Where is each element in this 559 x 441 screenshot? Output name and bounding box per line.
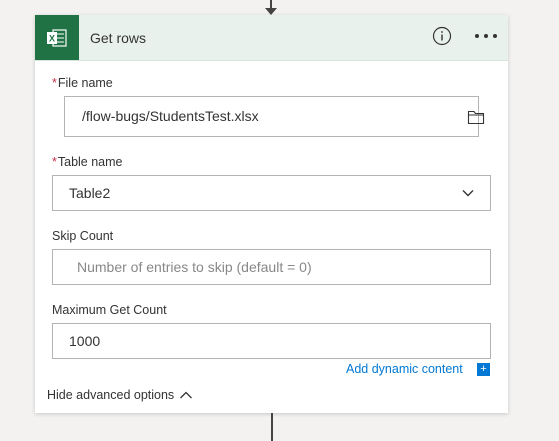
file-name-label: *File name <box>52 76 113 90</box>
max-get-count-value: 1000 <box>69 333 101 349</box>
info-icon[interactable] <box>432 26 452 46</box>
get-rows-action-card: X Get rows *File name /flow-bugs/Student… <box>35 15 508 413</box>
required-marker: * <box>52 155 57 169</box>
table-name-label-text: Table name <box>57 155 123 169</box>
chevron-down-icon[interactable] <box>461 186 475 200</box>
card-header[interactable]: X Get rows <box>35 15 508 61</box>
hide-advanced-options-toggle[interactable]: Hide advanced options <box>47 388 193 402</box>
table-name-value: Table2 <box>69 185 111 201</box>
connector-line-bottom <box>271 413 273 441</box>
more-options-icon[interactable] <box>473 26 499 46</box>
folder-icon[interactable] <box>467 109 487 125</box>
svg-text:X: X <box>49 33 55 43</box>
hide-advanced-options-label: Hide advanced options <box>47 388 175 402</box>
table-name-label: *Table name <box>52 155 123 169</box>
required-marker: * <box>52 76 57 90</box>
flow-canvas: X Get rows *File name /flow-bugs/Student… <box>0 0 559 441</box>
file-name-field[interactable]: /flow-bugs/StudentsTest.xlsx <box>64 96 485 137</box>
add-dynamic-content-plus-icon[interactable]: + <box>477 363 490 376</box>
max-get-count-label: Maximum Get Count <box>52 303 167 317</box>
skip-count-label: Skip Count <box>52 229 114 243</box>
skip-count-field[interactable]: Number of entries to skip (default = 0) <box>52 249 491 285</box>
table-name-dropdown[interactable]: Table2 <box>52 175 491 211</box>
action-title: Get rows <box>90 30 147 46</box>
add-dynamic-content-link[interactable]: Add dynamic content <box>346 362 463 376</box>
excel-icon: X <box>35 15 79 60</box>
chevron-up-icon <box>180 391 193 399</box>
max-get-count-field[interactable]: 1000 <box>52 323 491 359</box>
skip-count-placeholder: Number of entries to skip (default = 0) <box>77 259 312 275</box>
connector-arrow <box>265 8 277 15</box>
file-name-value: /flow-bugs/StudentsTest.xlsx <box>82 108 259 124</box>
file-name-label-text: File name <box>57 76 113 90</box>
